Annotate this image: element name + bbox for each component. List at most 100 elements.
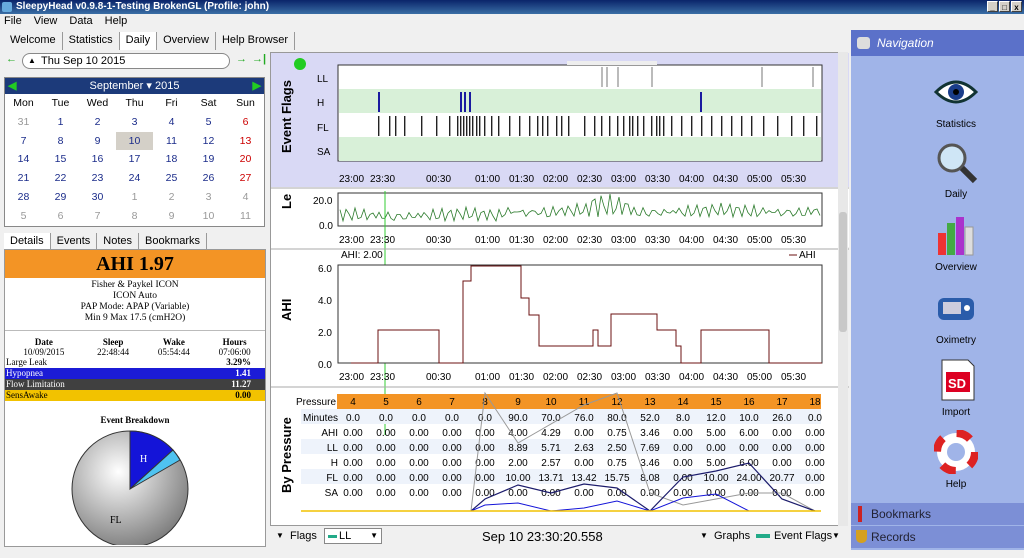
calendar-day[interactable]: 23: [79, 169, 116, 188]
calendar-day[interactable]: 2: [153, 188, 190, 207]
tab-overview[interactable]: Overview: [157, 32, 216, 50]
calendar-day[interactable]: 2: [79, 113, 116, 132]
calendar-day[interactable]: 22: [42, 169, 79, 188]
nav-statistics[interactable]: Statistics: [911, 70, 1001, 130]
calendar-day[interactable]: 6: [42, 207, 79, 226]
tab-welcome[interactable]: Welcome: [4, 32, 63, 50]
event-value: 1.41: [235, 368, 251, 378]
calendar-day[interactable]: 13: [227, 132, 264, 151]
calendar-day[interactable]: 25: [153, 169, 190, 188]
calendar-day[interactable]: 19: [190, 150, 227, 169]
bookmarks-section[interactable]: Bookmarks: [851, 503, 1024, 525]
menu-help[interactable]: Help: [105, 14, 128, 29]
close-button[interactable]: x: [1011, 1, 1022, 12]
time-tick: 04:00: [679, 174, 704, 185]
calendar-day[interactable]: 20: [227, 150, 264, 169]
calendar-day[interactable]: 18: [153, 150, 190, 169]
calendar-day[interactable]: 5: [5, 207, 42, 226]
calendar-day[interactable]: 4: [227, 188, 264, 207]
time-tick: 01:00: [475, 174, 500, 185]
flow-limitation-flag: [656, 116, 658, 136]
tab-daily[interactable]: Daily: [119, 32, 158, 50]
nav-import[interactable]: SD Import: [911, 358, 1001, 418]
menu-file[interactable]: File: [4, 14, 22, 29]
tab-bookmarks[interactable]: Bookmarks: [139, 233, 208, 249]
flow-limitation-flag: [509, 116, 511, 136]
calendar-day[interactable]: 30: [79, 188, 116, 207]
calendar-day[interactable]: 3: [190, 188, 227, 207]
calendar-day[interactable]: 11: [227, 207, 264, 226]
ll-select[interactable]: LL ▼: [324, 528, 382, 544]
nav-oximetry[interactable]: Oximetry: [911, 286, 1001, 346]
calendar-day[interactable]: 9: [153, 207, 190, 226]
calendar-day[interactable]: 15: [42, 150, 79, 169]
calendar-day[interactable]: 12: [190, 132, 227, 151]
calendar-day[interactable]: 28: [5, 188, 42, 207]
pressure-cell: 0.0: [808, 413, 822, 424]
calendar-day[interactable]: 26: [190, 169, 227, 188]
calendar-day[interactable]: 7: [5, 132, 42, 151]
calendar-day[interactable]: 5: [190, 113, 227, 132]
calendar-day[interactable]: 8: [42, 132, 79, 151]
calendar-day[interactable]: 1: [42, 113, 79, 132]
calendar-day[interactable]: 10: [190, 207, 227, 226]
navigation-header[interactable]: Navigation: [851, 30, 1024, 56]
calendar-day[interactable]: 3: [116, 113, 153, 132]
calendar-day[interactable]: 1: [116, 188, 153, 207]
menu-data[interactable]: Data: [69, 14, 92, 29]
menu-view[interactable]: View: [34, 14, 58, 29]
time-tick: 03:30: [645, 174, 670, 185]
flag-row-bg: [339, 89, 821, 113]
flow-limitation-flag: [763, 116, 765, 136]
flags-dropdown-icon[interactable]: ▼: [276, 531, 284, 540]
nav-overview[interactable]: Overview: [911, 213, 1001, 273]
tab-help-browser[interactable]: Help Browser: [216, 32, 295, 50]
calendar-day[interactable]: 9: [79, 132, 116, 151]
calendar-day[interactable]: 24: [116, 169, 153, 188]
calendar-day[interactable]: 6: [227, 113, 264, 132]
pressure-cell: 0.00: [343, 458, 363, 469]
calendar-toggle-icon[interactable]: ▲: [28, 54, 36, 68]
calendar-day[interactable]: 31: [5, 113, 42, 132]
calendar-day[interactable]: 17: [116, 150, 153, 169]
nav-overview-label: Overview: [935, 262, 977, 273]
graph-scrollbar[interactable]: [838, 52, 848, 526]
calendar-day[interactable]: 27: [227, 169, 264, 188]
bookmark-icon: [858, 506, 862, 522]
date-selector[interactable]: ▲ Thu Sep 10 2015: [22, 53, 230, 69]
minimize-button[interactable]: _: [987, 1, 998, 12]
tab-notes[interactable]: Notes: [97, 233, 140, 249]
calendar-day[interactable]: 14: [5, 150, 42, 169]
next-month-icon[interactable]: ▶: [253, 78, 261, 94]
calendar-day[interactable]: 11: [153, 132, 190, 151]
calendar-day[interactable]: 29: [42, 188, 79, 207]
event-indices: Large Leak 3.29% Hypopnea 1.41 Flow Limitati…: [5, 357, 265, 401]
prev-month-icon[interactable]: ◀: [8, 78, 16, 94]
tab-details[interactable]: Details: [4, 233, 51, 249]
last-day-icon[interactable]: →|: [252, 53, 266, 65]
calendar-day[interactable]: 16: [79, 150, 116, 169]
calendar-month[interactable]: September: [90, 80, 144, 92]
calendar-day[interactable]: 21: [5, 169, 42, 188]
records-section[interactable]: Records: [851, 526, 1024, 548]
event-flags-button[interactable]: Event Flags: [774, 530, 832, 542]
calendar-day[interactable]: 10: [116, 131, 153, 151]
tab-statistics[interactable]: Statistics: [63, 32, 120, 50]
nav-help[interactable]: Help: [911, 429, 1001, 490]
pressure-cell: 2.00: [508, 458, 528, 469]
flags-button[interactable]: Flags: [290, 530, 317, 542]
calendar-day[interactable]: 4: [153, 113, 190, 132]
graphs-button[interactable]: Graphs: [714, 530, 750, 542]
graphs-dropdown-icon[interactable]: ▼: [700, 531, 708, 540]
event-name: SensAwake: [6, 390, 48, 400]
calendar-year[interactable]: 2015: [155, 80, 179, 92]
tab-events[interactable]: Events: [51, 233, 98, 249]
maximize-button[interactable]: □: [999, 1, 1010, 12]
calendar-day[interactable]: 8: [116, 207, 153, 226]
next-day-icon[interactable]: →: [236, 53, 247, 65]
time-tick: 04:00: [679, 235, 704, 246]
dropdown-arrow-icon[interactable]: ▼: [832, 531, 840, 540]
calendar-day[interactable]: 7: [79, 207, 116, 226]
nav-daily[interactable]: Daily: [911, 140, 1001, 200]
prev-day-icon[interactable]: ←: [6, 53, 17, 65]
